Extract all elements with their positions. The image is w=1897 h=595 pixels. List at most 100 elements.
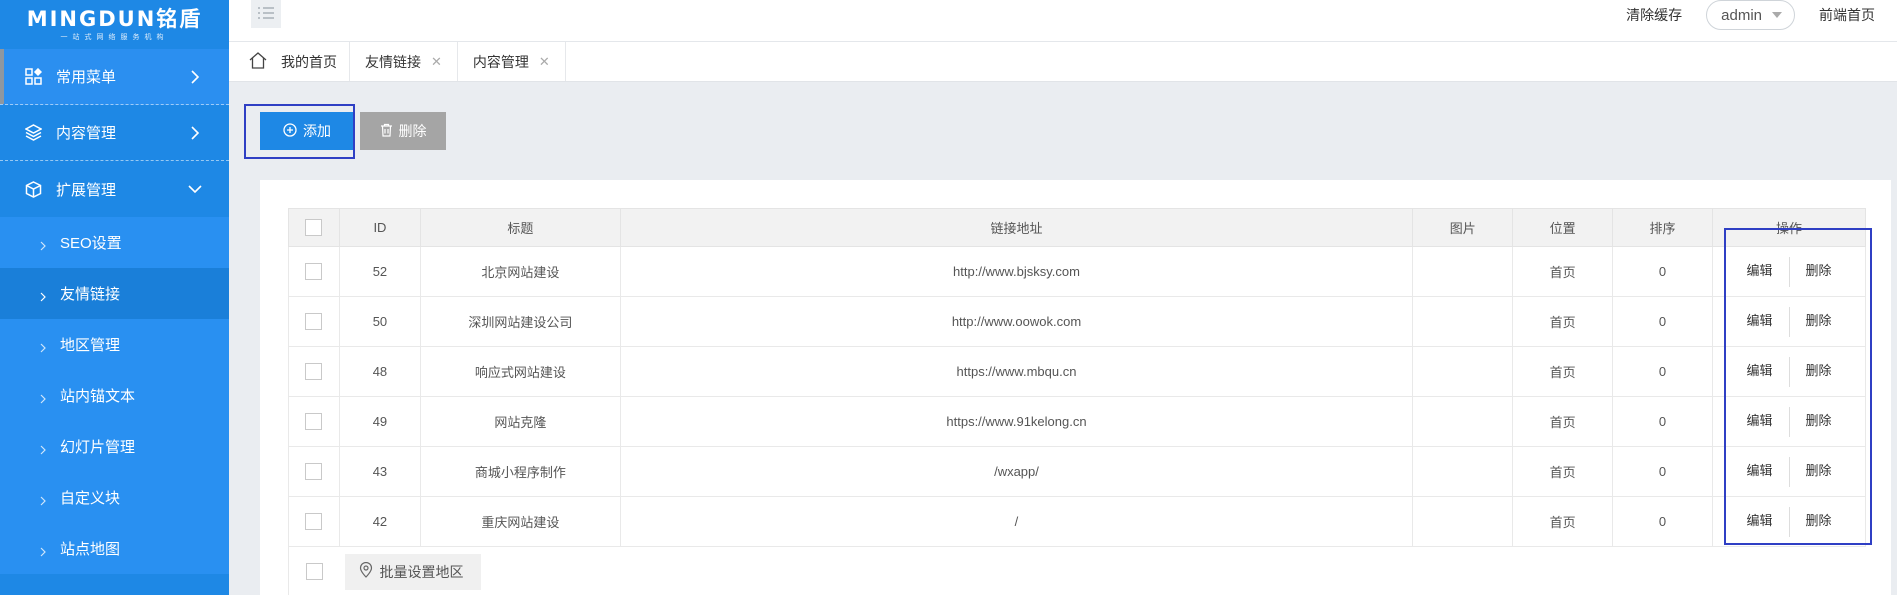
close-icon[interactable]: ✕: [431, 54, 442, 70]
row-delete-button[interactable]: 删除: [1790, 260, 1848, 279]
cell-sort: 0: [1612, 496, 1713, 547]
frontend-home-link[interactable]: 前端首页: [1819, 5, 1875, 25]
row-checkbox[interactable]: [305, 513, 323, 531]
cell-position: 首页: [1512, 496, 1614, 547]
edit-button[interactable]: 编辑: [1730, 360, 1788, 379]
cell-sort: 0: [1612, 246, 1713, 297]
row-checkbox[interactable]: [305, 263, 323, 281]
chevron-right-icon: [187, 125, 203, 141]
list-icon: [257, 6, 275, 23]
sidebar-item-anchor-text[interactable]: 站内锚文本: [0, 370, 229, 421]
cell-actions: 编辑 删除: [1712, 246, 1866, 297]
row-delete-button[interactable]: 删除: [1790, 410, 1848, 429]
column-header-url: 链接地址: [619, 208, 1414, 247]
select-all-checkbox[interactable]: [305, 219, 323, 237]
menu-extension[interactable]: 扩展管理: [0, 161, 229, 217]
edit-button[interactable]: 编辑: [1730, 410, 1788, 429]
row-delete-button[interactable]: 删除: [1790, 310, 1848, 329]
row-delete-button[interactable]: 删除: [1790, 360, 1848, 379]
logo[interactable]: MINGDUN铭盾 一站式网络服务机构: [0, 0, 229, 49]
menu-toggle-button[interactable]: [251, 0, 281, 28]
cell-id: 49: [338, 396, 421, 447]
tab-content-management[interactable]: 内容管理 ✕: [458, 42, 566, 81]
menu-content-label: 内容管理: [56, 125, 117, 142]
menu-content[interactable]: 内容管理: [0, 105, 229, 161]
clear-cache-link[interactable]: 清除缓存: [1626, 5, 1682, 25]
cell-actions: 编辑 删除: [1712, 296, 1866, 347]
menu-common[interactable]: 常用菜单: [0, 49, 229, 105]
grid-icon: [24, 68, 42, 86]
cell-position: 首页: [1512, 396, 1614, 447]
tab-label: 我的首页: [281, 53, 337, 70]
cell-image: [1412, 496, 1514, 547]
row-checkbox[interactable]: [305, 363, 323, 381]
chevron-right-icon: [38, 238, 48, 250]
batch-set-region-label: 批量设置地区: [379, 563, 464, 580]
cell-id: 50: [338, 296, 421, 347]
cell-id: 48: [338, 346, 421, 397]
tab-label: 友情链接: [365, 53, 421, 70]
table-row: 43 商城小程序制作 /wxapp/ 首页 0 编辑 删除: [288, 446, 1866, 497]
trash-icon: [380, 123, 393, 140]
sidebar-item-label: 站内锚文本: [60, 388, 136, 405]
edit-button[interactable]: 编辑: [1730, 260, 1788, 279]
delete-button[interactable]: 删除: [360, 112, 446, 150]
cell-image: [1412, 396, 1514, 447]
cell-sort: 0: [1612, 346, 1713, 397]
edit-button[interactable]: 编辑: [1730, 460, 1788, 479]
cell-actions: 编辑 删除: [1712, 396, 1866, 447]
user-name: admin: [1721, 6, 1762, 24]
close-icon[interactable]: ✕: [539, 54, 550, 70]
tab-label: 内容管理: [472, 53, 529, 70]
cell-image: [1412, 296, 1514, 347]
row-delete-button[interactable]: 删除: [1790, 510, 1848, 529]
chevron-right-icon: [38, 493, 48, 505]
cell-title: 深圳网站建设公司: [419, 296, 621, 347]
cell-image: [1412, 346, 1514, 397]
column-header-position: 位置: [1512, 208, 1614, 247]
footer-select-all-checkbox[interactable]: [305, 563, 323, 581]
top-bar: 清除缓存 admin 前端首页: [229, 0, 1897, 42]
sidebar-item-friend-links[interactable]: 友情链接: [0, 268, 229, 319]
sidebar-item-seo[interactable]: SEO设置: [0, 217, 229, 268]
row-delete-button[interactable]: 删除: [1790, 460, 1848, 479]
cell-sort: 0: [1612, 396, 1713, 447]
sidebar-item-regions[interactable]: 地区管理: [0, 319, 229, 370]
sidebar-item-label: 地区管理: [60, 337, 121, 354]
add-button[interactable]: 添加: [260, 112, 354, 150]
home-icon: [249, 51, 267, 72]
batch-set-region-button[interactable]: 批量设置地区: [345, 553, 482, 590]
chevron-right-icon: [38, 442, 48, 454]
chevron-right-icon: [38, 340, 48, 352]
menu-extension-label: 扩展管理: [56, 181, 117, 199]
cell-position: 首页: [1512, 446, 1614, 497]
cell-title: 响应式网站建设: [419, 346, 621, 397]
cell-url: http://www.bjsksy.com: [619, 246, 1414, 297]
cell-position: 首页: [1512, 246, 1614, 297]
cell-url: https://www.91kelong.cn: [619, 396, 1414, 447]
cell-title: 重庆网站建设: [419, 496, 621, 547]
sidebar-item-sitemap[interactable]: 站点地图: [0, 523, 229, 574]
cell-image: [1412, 246, 1514, 297]
logo-subtitle: 一站式网络服务机构: [60, 33, 169, 41]
sidebar-item-slides[interactable]: 幻灯片管理: [0, 421, 229, 472]
user-dropdown[interactable]: admin: [1706, 0, 1795, 30]
chevron-right-icon: [38, 391, 48, 403]
column-header-title: 标题: [419, 208, 621, 247]
edit-button[interactable]: 编辑: [1730, 510, 1788, 529]
column-header-actions: 操作: [1712, 208, 1866, 247]
sidebar-item-label: SEO设置: [60, 235, 122, 252]
tab-home[interactable]: 我的首页: [229, 42, 350, 81]
row-checkbox[interactable]: [305, 313, 323, 331]
row-checkbox[interactable]: [305, 463, 323, 481]
sidebar-item-custom-blocks[interactable]: 自定义块: [0, 472, 229, 523]
top-right-actions: 清除缓存 admin 前端首页: [1626, 0, 1875, 30]
table-footer-row: 批量设置地区: [288, 546, 1866, 595]
column-header-id: ID: [338, 208, 421, 247]
row-checkbox[interactable]: [305, 413, 323, 431]
edit-button[interactable]: 编辑: [1730, 310, 1788, 329]
cell-actions: 编辑 删除: [1712, 446, 1866, 497]
logo-text: MINGDUN铭盾: [26, 6, 203, 31]
cell-url: http://www.oowok.com: [619, 296, 1414, 347]
tab-friend-links[interactable]: 友情链接 ✕: [350, 42, 458, 81]
